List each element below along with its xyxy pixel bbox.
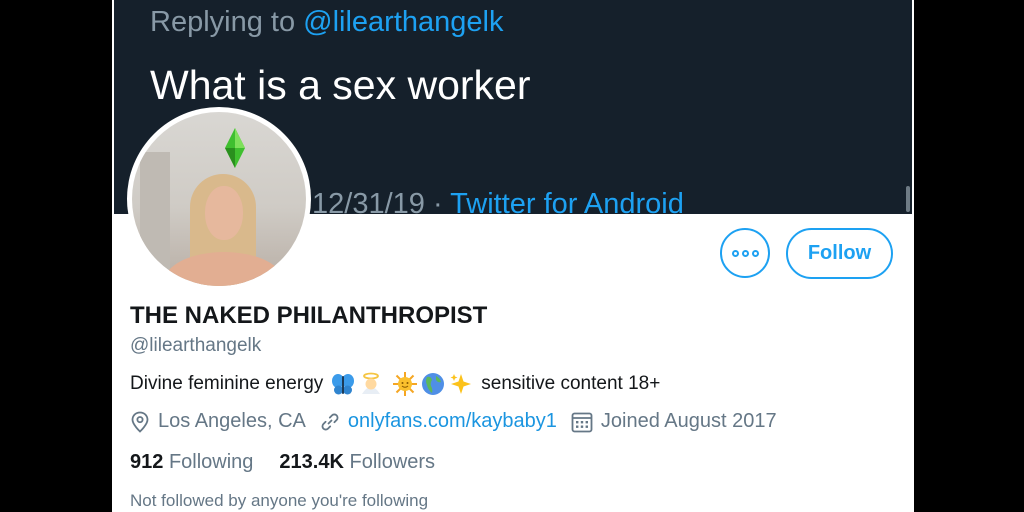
banner-left-edge	[112, 0, 114, 214]
replying-handle-link: @lilearthangelk	[303, 6, 504, 38]
replying-prefix: Replying to	[150, 6, 304, 38]
avatar-background-door	[140, 152, 170, 272]
avatar-photo	[132, 112, 306, 286]
avatar-face	[205, 186, 243, 240]
banner-scrollbar	[906, 186, 910, 212]
profile-bio: Divine feminine energy sensitive content…	[130, 372, 660, 396]
sparkles-icon	[449, 372, 473, 396]
bio-text-start: Divine feminine energy	[130, 373, 324, 394]
location-text: Los Angeles, CA	[158, 410, 306, 432]
more-dots-icon	[731, 249, 759, 257]
profile-display-name: THE NAKED PHILANTHROPIST	[130, 302, 488, 329]
tweet-date: 12/31/19 ·	[312, 188, 451, 214]
profile-meta-row: Los Angeles, CA onlyfans.com/kaybaby1 Jo…	[130, 410, 791, 433]
profile-joined: Joined August 2017	[571, 410, 777, 433]
tweet-meta-line: 12/31/19 · Twitter for Android	[312, 188, 684, 214]
sun-with-face-icon	[393, 372, 418, 396]
left-letterbox	[0, 0, 112, 512]
more-options-button[interactable]	[720, 228, 770, 278]
profile-stats: 912 Following 213.4K Followers	[130, 451, 461, 474]
profile-location: Los Angeles, CA	[130, 410, 306, 433]
tweet-source: Twitter for Android	[450, 188, 684, 214]
bio-text-end: sensitive content 18+	[481, 373, 661, 394]
followers-count: 213.4K	[279, 451, 344, 473]
right-letterbox	[914, 0, 1024, 512]
calendar-icon	[571, 412, 593, 432]
followers-stat-link[interactable]: 213.4K Followers	[279, 451, 435, 474]
avatar[interactable]	[127, 107, 311, 291]
banner-right-edge	[912, 0, 914, 214]
location-pin-icon	[131, 411, 149, 433]
followers-label: Followers	[349, 451, 436, 473]
website-link[interactable]: onlyfans.com/kaybaby1	[348, 410, 557, 433]
butterfly-icon	[331, 373, 355, 395]
follow-button[interactable]: Follow	[786, 228, 893, 279]
not-followed-note: Not followed by anyone you're following	[130, 491, 429, 510]
profile-page: Replying to @lilearthangelk What is a se…	[112, 0, 914, 512]
following-count: 912	[130, 451, 164, 473]
plumbob-icon	[225, 128, 245, 168]
following-stat-link[interactable]: 912 Following	[130, 451, 253, 474]
link-icon	[321, 413, 339, 430]
tweet-text: What is a sex worker	[150, 62, 531, 108]
angel-icon	[359, 372, 383, 396]
joined-text: Joined August 2017	[600, 410, 777, 432]
following-label: Following	[168, 451, 254, 473]
avatar-shoulders	[164, 252, 284, 286]
profile-screen-name: @lilearthangelk	[130, 335, 262, 356]
globe-americas-icon	[421, 372, 445, 396]
profile-website[interactable]: onlyfans.com/kaybaby1	[320, 410, 557, 433]
replying-to-line: Replying to @lilearthangelk	[150, 6, 503, 39]
